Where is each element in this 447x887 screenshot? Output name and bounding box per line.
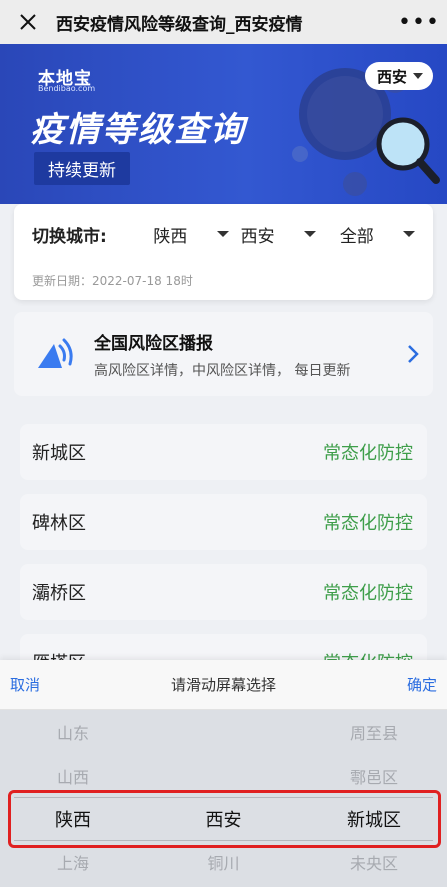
province-value: 陕西	[153, 226, 188, 247]
province-select[interactable]: 陕西	[153, 222, 229, 247]
picker-row[interactable]: 山东 周至县	[0, 710, 447, 754]
chevron-down-icon	[303, 231, 316, 237]
district-value: 全部	[339, 226, 374, 247]
chevron-down-icon	[413, 73, 423, 79]
close-icon[interactable]	[0, 0, 56, 44]
update-date: 更新日期：2022-07-18 18时	[32, 274, 193, 288]
district-row[interactable]: 灞桥区 常态化防控	[20, 564, 427, 620]
risk-broadcast-card[interactable]: 全国风险区播报 高风险区详情，中风险区详情， 每日更新	[14, 312, 433, 396]
district-name: 新城区	[32, 443, 86, 464]
city-selector-label: 西安	[376, 67, 407, 86]
city-switch-card: 切换城市: 陕西 西安 全部 更新日期：2022-07-18 18时	[14, 204, 433, 300]
chevron-down-icon	[216, 231, 229, 237]
banner: 本地宝 Bendibao.com 疫情等级查询 持续更新 西安	[0, 44, 447, 204]
district-row[interactable]: 碑林区 常态化防控	[20, 494, 427, 550]
banner-tag: 持续更新	[34, 152, 130, 185]
picker-province-option[interactable]: 山东	[0, 720, 146, 744]
risk-title: 全国风险区播报	[94, 333, 213, 354]
confirm-button[interactable]: 确定	[407, 674, 437, 695]
page-title: 西安疫情风险等级查询_西安疫情	[56, 14, 303, 35]
brand-domain: Bendibao.com	[38, 84, 96, 93]
chevron-down-icon	[403, 231, 416, 237]
picker-district-option[interactable]: 周至县	[301, 720, 447, 744]
picker-district-option[interactable]: 未央区	[301, 850, 447, 874]
district-row[interactable]: 新城区 常态化防控	[20, 424, 427, 480]
district-status: 常态化防控	[323, 513, 413, 534]
picker-toolbar: 取消 请滑动屏幕选择 确定	[0, 660, 447, 710]
district-select[interactable]: 全部	[339, 222, 416, 247]
picker-city-option[interactable]: 铜川	[146, 850, 301, 874]
district-status: 常态化防控	[323, 583, 413, 604]
picker-title: 请滑动屏幕选择	[170, 676, 276, 694]
switch-label: 切换城市:	[32, 226, 107, 247]
nav-bar: 西安疫情风险等级查询_西安疫情 •••	[0, 0, 447, 44]
city-select[interactable]: 西安	[241, 222, 316, 247]
district-status: 常态化防控	[323, 443, 413, 464]
city-selector[interactable]: 西安	[364, 62, 433, 90]
city-value: 西安	[240, 226, 275, 247]
picker-province-option[interactable]: 上海	[0, 850, 146, 874]
district-name: 碑林区	[32, 513, 86, 534]
banner-headline: 疫情等级查询	[30, 110, 246, 150]
magnifier-icon	[376, 117, 440, 184]
more-icon[interactable]: •••	[391, 0, 447, 44]
broadcast-icon	[14, 336, 94, 372]
region-picker: 取消 请滑动屏幕选择 确定 山东 周至县 山西 鄠邑区 陕西 西安 新城区 上海…	[0, 660, 447, 887]
risk-desc: 高风险区详情，中风险区详情， 每日更新	[94, 362, 351, 379]
district-name: 灞桥区	[32, 583, 86, 604]
selection-highlight	[8, 790, 441, 848]
picker-district-option[interactable]: 鄠邑区	[301, 764, 447, 788]
cancel-button[interactable]: 取消	[10, 674, 40, 695]
picker-province-option[interactable]: 山西	[0, 764, 146, 788]
chevron-right-icon	[393, 343, 433, 365]
